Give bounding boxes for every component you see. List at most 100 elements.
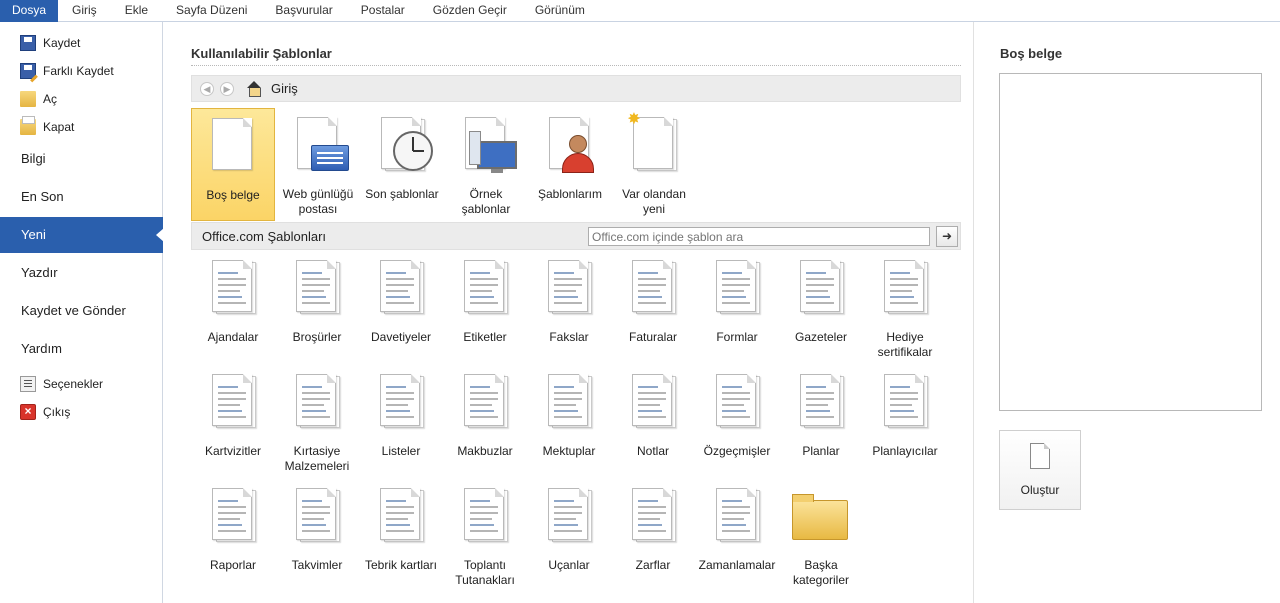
nav-tab-en-son[interactable]: En Son: [0, 179, 163, 215]
template-label: Boş belge: [206, 188, 260, 202]
category-item[interactable]: Ajandalar: [191, 254, 275, 364]
category-item[interactable]: Fakslar: [527, 254, 611, 364]
category-item[interactable]: Toplantı Tutanakları: [443, 482, 527, 592]
category-item[interactable]: Planlayıcılar: [863, 368, 947, 478]
category-label: Kırtasiye Malzemeleri: [284, 444, 350, 473]
category-item[interactable]: Mektuplar: [527, 368, 611, 478]
search-go-button[interactable]: ➜: [936, 226, 958, 247]
nav-close[interactable]: Kapat: [20, 116, 75, 137]
template-search-input[interactable]: [588, 227, 930, 246]
backstage-nav: Kaydet Farklı Kaydet Aç Kapat Bilgi En S…: [0, 22, 164, 603]
category-item[interactable]: Davetiyeler: [359, 254, 443, 364]
tab-basvurular[interactable]: Başvurular: [261, 0, 346, 22]
category-item[interactable]: Raporlar: [191, 482, 275, 592]
category-item[interactable]: Listeler: [359, 368, 443, 478]
category-item[interactable]: Notlar: [611, 368, 695, 478]
open-folder-icon: [20, 91, 36, 107]
category-item[interactable]: Başka kategoriler: [779, 482, 863, 592]
template-nav-bar: ◀ ▶ Giriş: [191, 75, 961, 102]
tab-dosya[interactable]: Dosya: [0, 0, 59, 22]
template-sample[interactable]: Örnek şablonlar: [444, 108, 528, 221]
nav-save[interactable]: Kaydet: [20, 33, 80, 53]
template-recent[interactable]: Son şablonlar: [360, 108, 444, 221]
flyer-icon: [548, 488, 592, 542]
category-item[interactable]: Özgeçmişler: [695, 368, 779, 478]
category-item[interactable]: Kırtasiye Malzemeleri: [275, 368, 359, 478]
section-divider: [191, 65, 961, 66]
create-button-label: Oluştur: [1020, 483, 1060, 497]
category-label: Formlar: [716, 330, 758, 344]
category-item[interactable]: Uçanlar: [527, 482, 611, 592]
tab-gozden-gecir[interactable]: Gözden Geçir: [419, 0, 521, 22]
tab-gorunum[interactable]: Görünüm: [521, 0, 599, 22]
close-folder-icon: [20, 116, 36, 135]
template-label: Şablonlarım: [537, 187, 603, 201]
breadcrumb[interactable]: Giriş: [271, 81, 298, 96]
fax-icon: [548, 260, 592, 314]
category-item[interactable]: Hediye sertifikalar: [863, 254, 947, 364]
category-item[interactable]: Makbuzlar: [443, 368, 527, 478]
category-item[interactable]: Broşürler: [275, 254, 359, 364]
nav-tab-yeni[interactable]: Yeni: [0, 217, 164, 253]
category-item[interactable]: Zamanlamalar: [695, 482, 779, 592]
category-item[interactable]: Formlar: [695, 254, 779, 364]
nav-save-label: Kaydet: [43, 36, 81, 50]
options-icon: [20, 376, 36, 392]
template-label: Son şablonlar: [365, 187, 439, 201]
plan-icon: [800, 374, 844, 428]
office-templates-title: Office.com Şablonları: [202, 229, 327, 244]
nav-tab-bilgi[interactable]: Bilgi: [0, 141, 163, 177]
receipt-icon: [464, 374, 508, 428]
preview-title: Boş belge: [1000, 46, 1063, 61]
template-label: Var olandan yeni: [622, 187, 686, 216]
note-icon: [632, 374, 676, 428]
category-item[interactable]: Kartvizitler: [191, 368, 275, 478]
tab-giris[interactable]: Giriş: [58, 0, 111, 22]
nav-open[interactable]: Aç: [20, 89, 57, 109]
agenda-icon: [212, 260, 256, 314]
report-icon: [212, 488, 256, 542]
nav-open-label: Aç: [43, 92, 58, 106]
blank-document-icon: [212, 118, 254, 172]
category-item[interactable]: Takvimler: [275, 482, 359, 592]
preview-box: [999, 73, 1262, 411]
category-label: Listeler: [381, 444, 421, 458]
template-new-from-existing[interactable]: ✸ Var olandan yeni: [612, 108, 696, 221]
tab-ekle[interactable]: Ekle: [111, 0, 162, 22]
nav-tab-kaydet-ve-gonder[interactable]: Kaydet ve Gönder: [0, 293, 163, 329]
nav-options[interactable]: Seçenekler: [20, 374, 103, 394]
create-button[interactable]: Oluştur: [999, 430, 1081, 510]
home-icon[interactable]: [246, 80, 262, 97]
category-item[interactable]: Etiketler: [443, 254, 527, 364]
template-blank-document[interactable]: Boş belge: [191, 108, 275, 221]
category-item[interactable]: Gazeteler: [779, 254, 863, 364]
tab-postalar[interactable]: Postalar: [347, 0, 419, 22]
label-icon: [464, 260, 508, 314]
back-arrow-icon[interactable]: ◀: [200, 81, 214, 96]
invitation-icon: [380, 260, 424, 314]
sample-templates-icon: [465, 117, 517, 173]
nav-tab-yazdir[interactable]: Yazdır: [0, 255, 163, 291]
office-templates-bar: Office.com Şablonları ➜: [191, 222, 961, 250]
greeting-card-icon: [380, 488, 424, 542]
template-my-templates[interactable]: Şablonlarım: [528, 108, 612, 221]
nav-save-as[interactable]: Farklı Kaydet: [20, 61, 114, 81]
nav-exit-label: Çıkış: [43, 405, 71, 419]
template-blog-post[interactable]: Web günlüğü postası: [276, 108, 360, 221]
nav-exit[interactable]: × Çıkış: [20, 402, 70, 422]
category-label: Fakslar: [549, 330, 589, 344]
ribbon-tab-bar: Dosya Giriş Ekle Sayfa Düzeni Başvurular…: [0, 0, 1280, 22]
forward-arrow-icon[interactable]: ▶: [220, 81, 234, 96]
category-item[interactable]: Zarflar: [611, 482, 695, 592]
blog-post-icon: [297, 117, 349, 171]
category-item[interactable]: Faturalar: [611, 254, 695, 364]
category-item[interactable]: Tebrik kartları: [359, 482, 443, 592]
category-label: Davetiyeler: [370, 330, 432, 344]
nav-close-label: Kapat: [43, 120, 75, 134]
category-item[interactable]: Planlar: [779, 368, 863, 478]
nav-tab-yardim[interactable]: Yardım: [0, 331, 163, 367]
category-label: Planlar: [802, 444, 840, 458]
category-label: Broşürler: [292, 330, 342, 344]
tab-sayfa-duzeni[interactable]: Sayfa Düzeni: [162, 0, 261, 22]
calendar-icon: [296, 488, 340, 542]
